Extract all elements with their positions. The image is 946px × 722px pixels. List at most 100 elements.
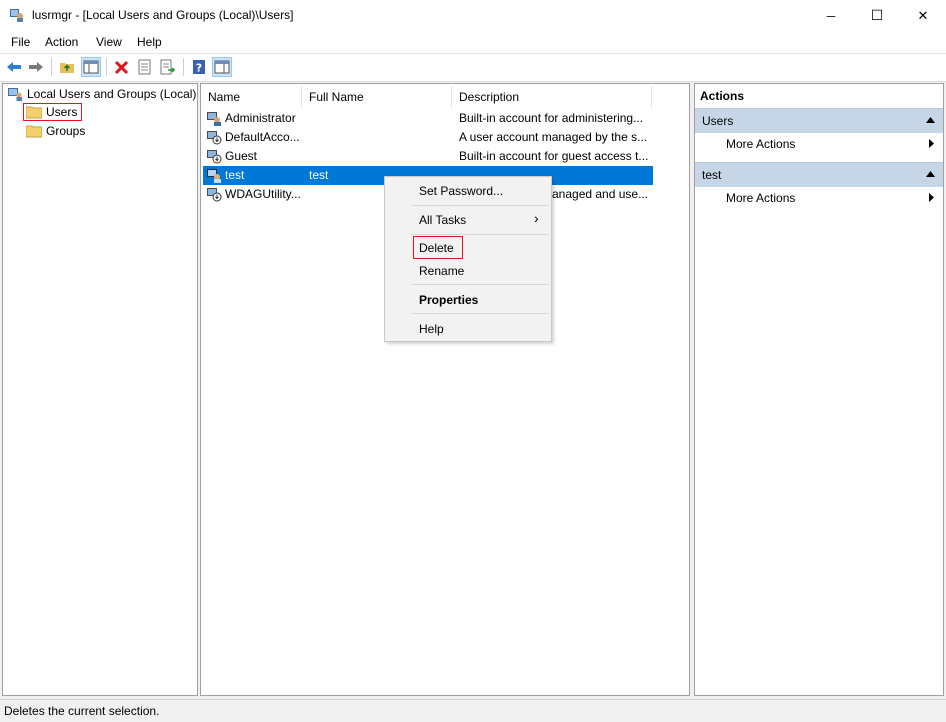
toolbar: ? bbox=[0, 53, 946, 82]
user-description: anaged and use... bbox=[552, 187, 649, 201]
help-icon: ? bbox=[193, 60, 205, 75]
user-description: Built-in account for administering... bbox=[459, 111, 644, 125]
close-icon: ✕ bbox=[917, 7, 929, 23]
lusrmgr-app-icon bbox=[10, 9, 23, 22]
delete-icon bbox=[114, 60, 129, 75]
column-header-name[interactable]: Name bbox=[201, 86, 302, 108]
action-more-actions-test[interactable]: More Actions bbox=[695, 187, 943, 209]
collapse-icon[interactable] bbox=[926, 117, 935, 123]
action-more-actions-users[interactable]: More Actions bbox=[695, 133, 943, 155]
action-more-actions-label: More Actions bbox=[726, 191, 796, 205]
menu-action[interactable]: Action bbox=[45, 35, 78, 49]
actions-title-bar: Actions bbox=[695, 84, 943, 108]
user-description: A user account managed by the s... bbox=[459, 130, 648, 144]
submenu-arrow-icon bbox=[929, 193, 934, 202]
menu-item-rename[interactable]: Rename bbox=[419, 264, 464, 278]
menu-view[interactable]: View bbox=[96, 35, 122, 49]
menu-separator bbox=[411, 284, 549, 285]
actions-section-users-label: Users bbox=[702, 114, 734, 128]
column-header-full-name[interactable]: Full Name bbox=[302, 86, 452, 108]
toolbar-separator bbox=[51, 58, 52, 76]
menu-item-set-password[interactable]: Set Password... bbox=[419, 184, 503, 198]
tree-item-users[interactable]: Users bbox=[23, 103, 83, 121]
column-header-description[interactable]: Description bbox=[452, 86, 652, 108]
menu-help[interactable]: Help bbox=[137, 35, 162, 49]
show-hide-action-pane-button[interactable] bbox=[212, 57, 232, 77]
action-pane-icon bbox=[214, 60, 230, 74]
menu-bar: File Action View Help bbox=[0, 31, 946, 53]
action-more-actions-label: More Actions bbox=[726, 137, 796, 151]
table-row[interactable]: Administrator Built-in account for admin… bbox=[203, 109, 653, 128]
menu-separator bbox=[411, 313, 549, 314]
toolbar-separator bbox=[183, 58, 184, 76]
user-name: DefaultAcco... bbox=[225, 130, 300, 144]
svg-text:?: ? bbox=[196, 62, 202, 75]
menu-item-all-tasks[interactable]: All Tasks bbox=[419, 213, 466, 227]
user-name: test bbox=[225, 168, 245, 182]
tree-root[interactable]: Local Users and Groups (Local) bbox=[7, 85, 196, 103]
table-row[interactable]: DefaultAcco... A user account managed by… bbox=[203, 128, 653, 147]
actions-section-test-label: test bbox=[702, 168, 722, 182]
tree-item-users-label: Users bbox=[46, 105, 78, 119]
menu-item-delete[interactable]: Delete bbox=[419, 241, 454, 255]
export-list-button[interactable] bbox=[158, 57, 178, 77]
delete-button[interactable] bbox=[112, 57, 132, 77]
submenu-arrow-icon: › bbox=[534, 210, 539, 226]
actions-section-test[interactable]: test bbox=[695, 162, 943, 187]
show-hide-tree-icon bbox=[83, 60, 99, 74]
user-name: WDAGUtility... bbox=[225, 187, 301, 201]
column-header-full-name-label: Full Name bbox=[309, 90, 364, 104]
table-row[interactable]: Guest Built-in account for guest access … bbox=[203, 147, 653, 166]
folder-icon bbox=[26, 106, 42, 119]
delete-highlight-box[interactable]: Delete bbox=[413, 236, 463, 259]
actions-section-users[interactable]: Users bbox=[695, 108, 943, 133]
computer-users-icon bbox=[8, 88, 22, 101]
up-one-level-button[interactable] bbox=[57, 57, 77, 77]
column-header-description-label: Description bbox=[459, 90, 520, 104]
show-hide-tree-button[interactable] bbox=[81, 57, 101, 77]
maximize-button[interactable]: ☐ bbox=[854, 0, 900, 31]
menu-item-properties[interactable]: Properties bbox=[419, 293, 478, 307]
disabled-user-icon bbox=[207, 150, 222, 164]
disabled-user-icon bbox=[207, 131, 222, 145]
maximize-icon: ☐ bbox=[870, 7, 884, 23]
user-description: Built-in account for guest access t... bbox=[459, 149, 649, 163]
user-name: Administrator bbox=[225, 111, 296, 125]
menu-item-help[interactable]: Help bbox=[419, 322, 444, 336]
minimize-icon: ─ bbox=[826, 8, 836, 23]
user-name: Guest bbox=[225, 149, 258, 163]
status-text: Deletes the current selection. bbox=[4, 704, 160, 718]
back-button[interactable] bbox=[4, 57, 24, 77]
tree-item-groups-label: Groups bbox=[46, 124, 86, 138]
title-bar: lusrmgr - [Local Users and Groups (Local… bbox=[0, 0, 946, 31]
menu-file[interactable]: File bbox=[11, 35, 30, 49]
forward-icon bbox=[29, 62, 43, 72]
properties-icon bbox=[138, 59, 151, 75]
tree-item-groups[interactable]: Groups bbox=[26, 122, 85, 140]
properties-button[interactable] bbox=[135, 57, 155, 77]
forward-button[interactable] bbox=[26, 57, 46, 77]
menu-separator bbox=[411, 234, 549, 235]
column-header-name-label: Name bbox=[208, 90, 241, 104]
user-icon bbox=[207, 112, 221, 126]
submenu-arrow-icon bbox=[929, 139, 934, 148]
minimize-button[interactable]: ─ bbox=[808, 0, 854, 31]
tree-root-label: Local Users and Groups (Local) bbox=[27, 87, 197, 101]
actions-title: Actions bbox=[700, 89, 745, 103]
console-tree-pane: Local Users and Groups (Local) Users Gro… bbox=[2, 83, 198, 696]
disabled-user-icon bbox=[207, 188, 222, 202]
window-title: lusrmgr - [Local Users and Groups (Local… bbox=[32, 8, 294, 22]
status-bar: Deletes the current selection. bbox=[0, 699, 946, 722]
toolbar-separator bbox=[106, 58, 107, 76]
users-list-pane: Name Full Name Description Administrator… bbox=[200, 83, 690, 696]
back-icon bbox=[7, 62, 21, 72]
folder-icon bbox=[26, 125, 42, 138]
context-menu: Set Password... All Tasks › Delete Renam… bbox=[384, 176, 552, 342]
export-list-icon bbox=[160, 59, 176, 75]
up-folder-icon bbox=[60, 63, 74, 73]
help-button[interactable]: ? bbox=[189, 57, 209, 77]
menu-separator bbox=[411, 205, 549, 206]
close-button[interactable]: ✕ bbox=[900, 0, 946, 31]
collapse-icon[interactable] bbox=[926, 171, 935, 177]
user-icon bbox=[207, 169, 221, 183]
